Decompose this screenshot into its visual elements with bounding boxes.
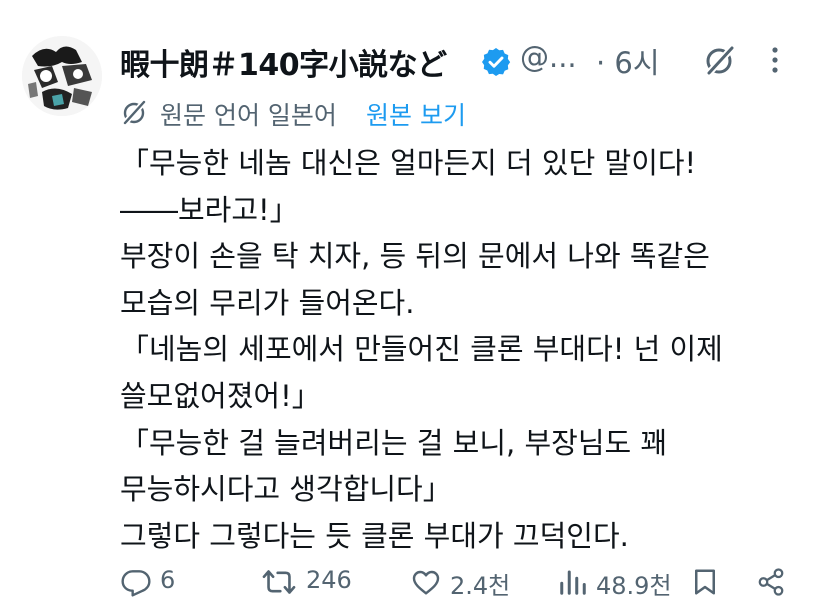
share-icon (758, 568, 784, 596)
post-body-line: ――보라고!」 (120, 192, 299, 227)
post-header: 暇十朗＃140字小説など @... · 6시 (120, 38, 816, 86)
bookmark-button[interactable] (690, 562, 724, 606)
translate-icon (121, 98, 148, 127)
post-body-line: 부장이 손을 탁 치자, 등 뒤의 문에서 나와 똑같은 (120, 239, 710, 274)
grok-icon[interactable] (702, 42, 738, 78)
share-button[interactable] (756, 562, 790, 606)
reply-button[interactable]: 6 (120, 562, 190, 606)
author-handle[interactable]: @... (520, 40, 577, 74)
post-body-line: 무능하시다고 생각합니다」 (120, 472, 452, 507)
views-icon (560, 570, 586, 595)
verified-badge-icon (482, 48, 511, 76)
avatar-illustration (22, 36, 102, 116)
views-button[interactable]: 48.9천 (558, 562, 686, 606)
post-body-line: 모습의 무리가 들어온다. (120, 285, 415, 320)
post-time[interactable]: · 6시 (596, 40, 660, 82)
translation-label: 원문 언어 일본어 (160, 101, 337, 130)
like-count: 2.4천 (450, 572, 511, 600)
repost-count: 246 (306, 566, 352, 594)
author-name[interactable]: 暇十朗＃140字小説など (120, 40, 447, 84)
post-body: 「무능한 네놈 대신은 얼마든지 더 있단 말이다! ――보라고!」 부장이 손… (120, 140, 800, 559)
post-body-line: 「무능한 걸 늘려버리는 걸 보니, 부장님도 꽤 (120, 425, 668, 460)
avatar[interactable] (22, 36, 102, 116)
views-count: 48.9천 (596, 572, 672, 600)
bookmark-icon (695, 569, 715, 595)
reply-count: 6 (160, 566, 176, 594)
like-button[interactable]: 2.4천 (410, 562, 520, 606)
post-body-line: 쓸모없어졌어!」 (120, 378, 321, 413)
post-body-line: 「무능한 네놈 대신은 얼마든지 더 있단 말이다! (120, 146, 697, 180)
repost-button[interactable]: 246 (262, 562, 362, 606)
repost-icon (262, 570, 296, 594)
post-body-line: 「네놈의 세포에서 만들어진 클론 부대다! 넌 이제 (120, 332, 723, 367)
like-icon (412, 570, 440, 595)
reply-icon (121, 570, 151, 597)
post-body-line: 그렇다 그렇다는 듯 클론 부대가 끄덕인다. (120, 518, 629, 553)
action-bar: 6 246 2.4천 48.9천 (0, 562, 816, 606)
more-icon[interactable] (768, 44, 782, 76)
show-original-link[interactable]: 원본 보기 (366, 96, 466, 132)
